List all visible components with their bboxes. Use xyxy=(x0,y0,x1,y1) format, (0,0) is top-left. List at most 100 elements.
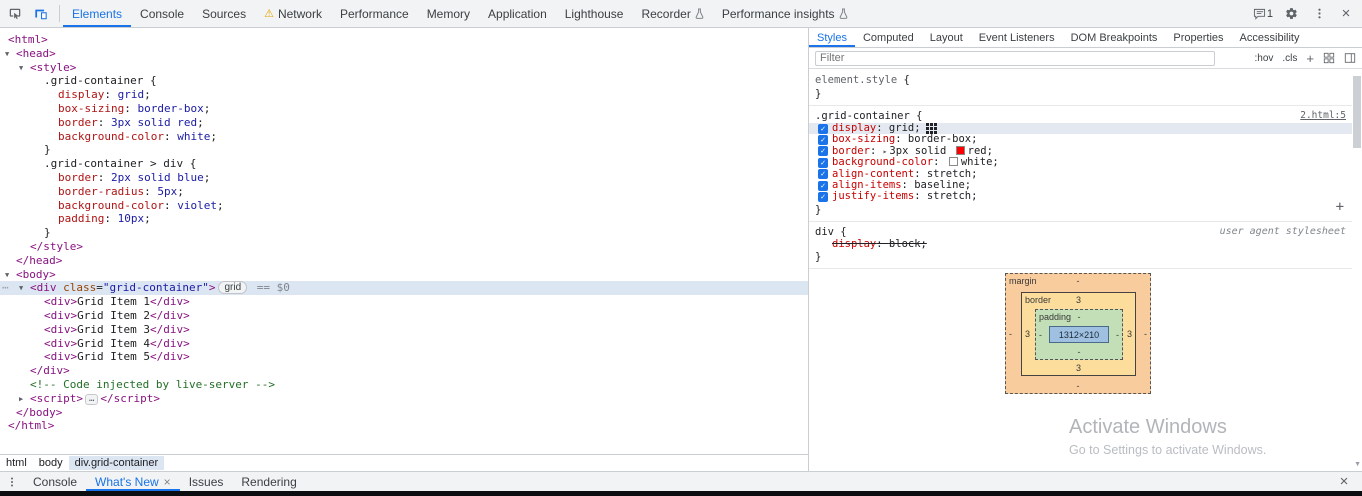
collapsed-content-button[interactable]: … xyxy=(84,393,99,405)
tree-node-body[interactable]: ▼ <body> xyxy=(0,268,808,282)
expand-shorthand-icon[interactable]: ▸ xyxy=(883,147,888,156)
sidebar-tab-event-listeners[interactable]: Event Listeners xyxy=(971,28,1063,47)
tree-node-grid-item-2[interactable]: <div>Grid Item 2</div> xyxy=(0,309,808,323)
tree-node-head[interactable]: ▼ <head> xyxy=(0,47,808,61)
sidebar-tab-properties[interactable]: Properties xyxy=(1165,28,1231,47)
collapse-arrow-icon[interactable]: ▼ xyxy=(19,62,23,74)
css-text-line[interactable]: border-radius: 5px; xyxy=(0,185,808,199)
tree-node-grid-item-4[interactable]: <div>Grid Item 4</div> xyxy=(0,337,808,351)
tab-performance[interactable]: Performance xyxy=(331,0,418,27)
tree-node-head-close[interactable]: </head> xyxy=(0,254,808,268)
tree-node-div-grid-container[interactable]: ▼ ⋯ <div class="grid-container"> grid == $0 xyxy=(0,281,808,296)
toggle-classes-button[interactable]: .cls xyxy=(1282,53,1297,64)
tab-sources[interactable]: Sources xyxy=(193,0,255,27)
css-text-line[interactable]: display: grid; xyxy=(0,88,808,102)
new-style-rule-toolbar-button[interactable]: + xyxy=(1306,51,1314,66)
box-model-border[interactable]: border 3 3 3 3 padding - - - - 1312×210 xyxy=(1021,292,1136,376)
collapse-arrow-icon[interactable]: ▼ xyxy=(5,48,9,60)
property-checkbox[interactable]: ✓ xyxy=(818,123,828,134)
tree-node-body-close[interactable]: </body> xyxy=(0,406,808,420)
property-checkbox[interactable]: ✓ xyxy=(818,169,828,180)
property-checkbox[interactable]: ✓ xyxy=(818,192,828,203)
box-model-margin[interactable]: margin - - - - border 3 3 3 3 padding - xyxy=(1005,273,1151,394)
new-style-rule-button[interactable]: + xyxy=(1336,200,1344,214)
toggle-element-state-button[interactable]: :hov xyxy=(1255,53,1274,64)
css-text-line[interactable]: background-color: violet; xyxy=(0,199,808,213)
drawer-tab-rendering[interactable]: Rendering xyxy=(232,472,305,491)
tab-lighthouse[interactable]: Lighthouse xyxy=(556,0,633,27)
css-property-display[interactable]: display: block; xyxy=(809,238,1352,250)
more-options-icon[interactable] xyxy=(1306,1,1332,27)
sidebar-toggle-icon[interactable] xyxy=(1344,52,1356,64)
sidebar-tab-styles[interactable]: Styles xyxy=(809,28,855,47)
css-text-line[interactable]: } xyxy=(0,226,808,240)
drawer-tab-console[interactable]: Console xyxy=(24,472,86,491)
box-model-padding[interactable]: padding - - - - 1312×210 xyxy=(1035,309,1123,360)
property-checkbox[interactable]: ✓ xyxy=(818,157,828,168)
scrollbar-thumb[interactable] xyxy=(1353,76,1361,148)
tab-application[interactable]: Application xyxy=(479,0,556,27)
margin-left-value: - xyxy=(1009,328,1012,339)
settings-gear-icon[interactable] xyxy=(1278,1,1304,27)
scrollbar-down-icon[interactable]: ▼ xyxy=(1354,461,1361,468)
css-text-line[interactable]: border: 3px solid red; xyxy=(0,116,808,130)
tree-node-html-close[interactable]: </html> xyxy=(0,419,808,433)
breadcrumb-div-grid-container[interactable]: div.grid-container xyxy=(68,456,165,470)
tree-node-grid-item-1[interactable]: <div>Grid Item 1</div> xyxy=(0,295,808,309)
css-text-line[interactable]: padding: 10px; xyxy=(0,212,808,226)
tree-node-grid-item-5[interactable]: <div>Grid Item 5</div> xyxy=(0,350,808,364)
grid-badge[interactable]: grid xyxy=(218,281,248,295)
drawer-tab-issues[interactable]: Issues xyxy=(180,472,233,491)
property-checkbox[interactable]: ✓ xyxy=(818,180,828,191)
device-toolbar-icon[interactable] xyxy=(28,1,54,27)
inspect-element-icon[interactable] xyxy=(2,1,28,27)
css-text-line[interactable]: border: 2px solid blue; xyxy=(0,171,808,185)
tree-node-style-close[interactable]: </style> xyxy=(0,240,808,254)
css-property-justify-items[interactable]: ✓ justify-items: stretch; xyxy=(809,191,1352,202)
collapse-arrow-icon[interactable]: ▼ xyxy=(19,282,23,294)
sidebar-tab-computed[interactable]: Computed xyxy=(855,28,922,47)
drawer-more-icon[interactable] xyxy=(0,472,24,491)
tab-performance-insights[interactable]: Performance insights xyxy=(713,0,857,27)
tree-node-script[interactable]: ▶ <script>… </script> xyxy=(0,392,808,406)
css-text-line[interactable]: box-sizing: border-box; xyxy=(0,102,808,116)
property-checkbox[interactable]: ✓ xyxy=(818,146,828,157)
css-text-line[interactable]: background-color: white; xyxy=(0,130,808,144)
tab-network[interactable]: ⚠ Network xyxy=(255,0,331,27)
tab-memory[interactable]: Memory xyxy=(418,0,479,27)
breadcrumb-html[interactable]: html xyxy=(0,456,33,470)
sidebar-tab-dom-breakpoints[interactable]: DOM Breakpoints xyxy=(1063,28,1166,47)
sidebar-tab-layout[interactable]: Layout xyxy=(922,28,971,47)
tree-node-style[interactable]: ▼ <style> xyxy=(0,61,808,75)
css-text-line[interactable]: .grid-container { xyxy=(0,74,808,88)
tab-elements[interactable]: Elements xyxy=(63,0,131,27)
tab-console[interactable]: Console xyxy=(131,0,193,27)
drawer-tab-what-s-new[interactable]: What's New × xyxy=(86,472,180,491)
stylesheet-source-link[interactable]: 2.html:5 xyxy=(1300,110,1346,122)
box-model-diagram[interactable]: margin - - - - border 3 3 3 3 padding - xyxy=(1005,273,1151,394)
tree-node-html[interactable]: <html> xyxy=(0,33,808,47)
css-text-line[interactable]: .grid-container > div { xyxy=(0,157,808,171)
close-devtools-icon[interactable]: × xyxy=(1334,2,1358,26)
console-messages-indicator[interactable]: 1 xyxy=(1250,1,1276,27)
breadcrumb-body[interactable]: body xyxy=(33,456,69,470)
styles-filter-input[interactable] xyxy=(815,50,1215,66)
box-model-content[interactable]: 1312×210 xyxy=(1049,326,1109,343)
css-overview-icon[interactable] xyxy=(1323,52,1335,64)
color-swatch[interactable] xyxy=(948,157,958,167)
node-menu-icon[interactable]: ⋯ xyxy=(2,281,9,295)
collapse-arrow-icon[interactable]: ▼ xyxy=(5,269,9,281)
tree-node-div-close[interactable]: </div> xyxy=(0,364,808,378)
property-checkbox[interactable]: ✓ xyxy=(818,135,828,146)
scrollbar[interactable]: ▼ xyxy=(1352,70,1362,471)
sidebar-tab-accessibility[interactable]: Accessibility xyxy=(1232,28,1308,47)
expand-arrow-icon[interactable]: ▶ xyxy=(19,393,23,405)
close-drawer-icon[interactable]: × xyxy=(1332,470,1356,494)
css-text-line[interactable]: } xyxy=(0,143,808,157)
close-tab-icon[interactable]: × xyxy=(164,475,171,489)
color-swatch[interactable] xyxy=(955,145,965,155)
tree-node-comment[interactable]: <!-- Code injected by live-server --> xyxy=(0,378,808,392)
grid-editor-icon[interactable] xyxy=(925,123,937,134)
tab-recorder[interactable]: Recorder xyxy=(632,0,712,27)
tree-node-grid-item-3[interactable]: <div>Grid Item 3</div> xyxy=(0,323,808,337)
